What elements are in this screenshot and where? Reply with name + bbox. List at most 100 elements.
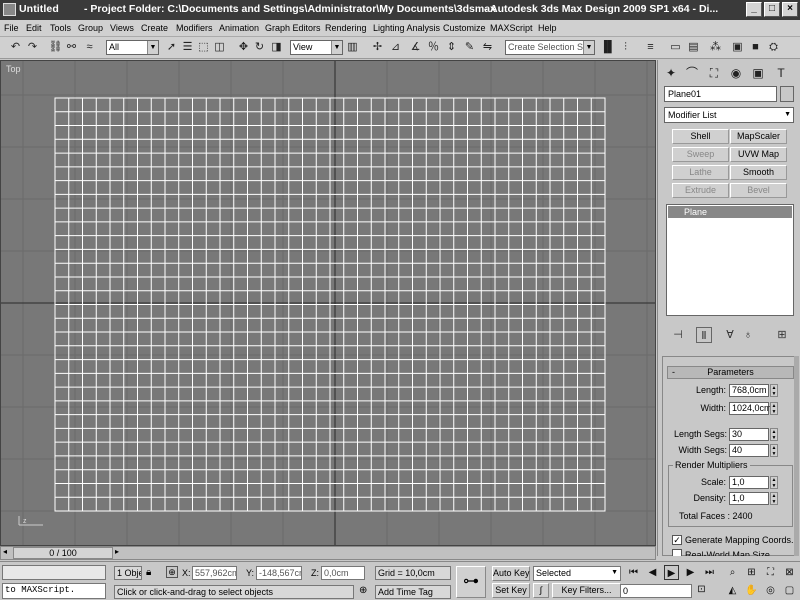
undo-icon[interactable]: ↶	[8, 40, 23, 55]
mapscaler-button[interactable]: MapScaler	[730, 129, 787, 144]
width-segs-spinner-arrows[interactable]: ▲ ▼	[770, 444, 778, 457]
select-object-icon[interactable]: ➚	[164, 40, 179, 55]
set-key-button[interactable]: Set Key	[492, 583, 530, 598]
rendered-frame-window-icon[interactable]: ■	[748, 40, 763, 55]
material-editor-icon[interactable]: ⁂	[708, 40, 723, 55]
field-of-view-icon[interactable]: ◭	[725, 583, 740, 598]
lathe-button[interactable]: Lathe	[672, 165, 729, 180]
zoom-extents-all-icon[interactable]: ⊠	[782, 565, 797, 580]
top-viewport[interactable]: Top z	[0, 60, 656, 546]
menu-edit[interactable]: Edit	[26, 23, 42, 33]
auto-key-button[interactable]: Auto Key	[492, 566, 530, 581]
menu-maxscript[interactable]: MAXScript	[490, 23, 533, 33]
object-name-field[interactable]: Plane01	[664, 86, 777, 102]
redo-icon[interactable]: ↷	[25, 40, 40, 55]
hierarchy-tab-icon[interactable]: ⛶	[705, 64, 723, 82]
configure-modifier-sets-icon[interactable]: ⊞	[774, 327, 790, 343]
create-tab-icon[interactable]: ✦	[662, 64, 680, 82]
add-time-tag-button[interactable]: Add Time Tag	[375, 585, 451, 599]
pin-stack-icon[interactable]: ⊣	[670, 327, 686, 343]
next-frame-icon[interactable]: ▶	[683, 565, 698, 580]
key-selection-dropdown[interactable]: Selected ▼	[533, 566, 621, 581]
zoom-icon[interactable]: ⌕	[725, 565, 740, 580]
command-panel-scrollbar[interactable]	[794, 356, 799, 556]
quick-render-icon[interactable]: ⛭	[766, 40, 781, 55]
display-tab-icon[interactable]: ▣	[749, 64, 767, 82]
rectangular-selection-icon[interactable]: ⬚	[196, 40, 211, 55]
menu-customize[interactable]: Customize	[443, 23, 486, 33]
sweep-button[interactable]: Sweep	[672, 147, 729, 162]
layer-manager-icon[interactable]: ≡	[643, 40, 658, 55]
align-icon[interactable]: ⫶	[618, 40, 633, 55]
pan-view-icon[interactable]: ✋	[744, 583, 759, 598]
make-unique-icon[interactable]: ∀	[722, 327, 738, 343]
menu-modifiers[interactable]: Modifiers	[176, 23, 213, 33]
density-spinner-arrows[interactable]: ▲ ▼	[770, 492, 778, 505]
mirror-icon[interactable]: ⇋	[480, 40, 495, 55]
extrude-button[interactable]: Extrude	[672, 183, 729, 198]
generate-mapping-checkbox[interactable]: ✓	[672, 535, 682, 545]
select-and-link-icon[interactable]: ⛓	[48, 40, 63, 55]
modifier-stack[interactable]: Plane	[666, 204, 794, 316]
object-color-swatch[interactable]	[780, 86, 794, 102]
stack-item-plane[interactable]: Plane	[668, 206, 792, 218]
time-slider-track[interactable]: ◂ 0 / 100 ▸	[0, 546, 656, 560]
real-world-map-checkbox[interactable]	[672, 549, 682, 556]
key-filters-button[interactable]: Key Filters...	[552, 583, 621, 598]
y-coord-field[interactable]: -148,567cm	[256, 566, 302, 580]
menu-group[interactable]: Group	[78, 23, 103, 33]
snaps-toggle-icon[interactable]: ⊿	[388, 40, 403, 55]
key-mode-icon[interactable]: ⊶	[456, 566, 486, 598]
remove-modifier-icon[interactable]: ♁	[740, 327, 756, 343]
close-button[interactable]: ×	[782, 2, 798, 17]
spinner-snap-icon[interactable]: ⇕	[444, 40, 459, 55]
menu-lighting-analysis[interactable]: Lighting Analysis	[373, 23, 440, 33]
go-to-start-icon[interactable]: ⏮	[626, 565, 641, 580]
time-config-icon[interactable]: ⊡	[694, 584, 709, 596]
percent-snap-icon[interactable]: ％	[426, 40, 441, 55]
menu-rendering[interactable]: Rendering	[325, 23, 367, 33]
time-tag-icon[interactable]: ⊕	[359, 585, 367, 596]
absolute-mode-icon[interactable]: ⊕	[166, 566, 178, 578]
uvw-map-button[interactable]: UVW Map	[730, 147, 787, 162]
render-setup-icon[interactable]: ▣	[730, 40, 745, 55]
length-segs-spinner[interactable]: 30	[729, 428, 769, 441]
unlink-icon[interactable]: ⚯	[64, 40, 79, 55]
current-frame-field[interactable]: 0	[620, 584, 692, 598]
scale-spinner[interactable]: 1,0	[729, 476, 769, 489]
width-spinner-arrows[interactable]: ▲ ▼	[770, 402, 778, 415]
bind-space-warp-icon[interactable]: ≈	[82, 40, 97, 55]
modify-tab-icon[interactable]: ⌒	[683, 64, 701, 82]
lock-selection-icon[interactable]: 🔒︎	[146, 567, 151, 578]
window-crossing-icon[interactable]: ◫	[212, 40, 227, 55]
zoom-extents-icon[interactable]: ⛶	[763, 565, 778, 580]
time-slider[interactable]: 0 / 100	[13, 547, 113, 559]
select-by-name-icon[interactable]: ☰	[180, 40, 195, 55]
time-slider-right-arrow[interactable]: ▸	[115, 547, 119, 556]
maxscript-output[interactable]: to MAXScript.	[2, 583, 106, 599]
width-spinner[interactable]: 1024,0cm	[729, 402, 772, 415]
manipulate-icon[interactable]: ✢	[370, 40, 385, 55]
x-coord-field[interactable]: 557,962cm	[192, 566, 237, 580]
width-segs-spinner[interactable]: 40	[729, 444, 769, 457]
shell-button[interactable]: Shell	[672, 129, 729, 144]
play-icon[interactable]: ▶	[664, 565, 679, 580]
scale-spinner-arrows[interactable]: ▲ ▼	[770, 476, 778, 489]
minimize-button[interactable]: _	[746, 2, 762, 17]
time-slider-left-arrow[interactable]: ◂	[3, 547, 7, 556]
show-end-result-icon[interactable]: Ⅱ	[696, 327, 712, 343]
z-coord-field[interactable]: 0,0cm	[321, 566, 365, 580]
named-selection-dropdown[interactable]: Create Selection Set ▼	[505, 40, 595, 55]
schematic-view-icon[interactable]: ▤	[686, 40, 701, 55]
select-and-rotate-icon[interactable]: ↻	[252, 40, 267, 55]
length-segs-spinner-arrows[interactable]: ▲ ▼	[770, 428, 778, 441]
select-and-move-icon[interactable]: ✥	[236, 40, 251, 55]
bevel-button[interactable]: Bevel	[730, 183, 787, 198]
smooth-button[interactable]: Smooth	[730, 165, 787, 180]
edit-named-selection-icon[interactable]: ✎	[462, 40, 477, 55]
angle-snap-icon[interactable]: ∡	[408, 40, 423, 55]
length-spinner-arrows[interactable]: ▲ ▼	[770, 384, 778, 397]
motion-tab-icon[interactable]: ◉	[727, 64, 745, 82]
modifier-list-dropdown[interactable]: Modifier List ▼	[664, 107, 794, 123]
maximize-viewport-icon[interactable]: ▢	[782, 583, 797, 598]
